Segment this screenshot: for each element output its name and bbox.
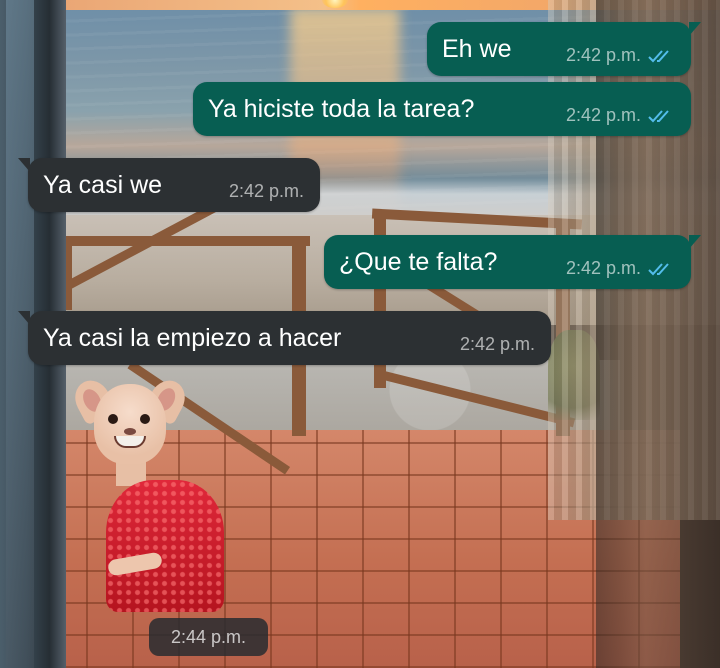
message-text: ¿Que te falta? [339,247,498,276]
dog-in-red-dress-sticker-icon[interactable] [66,374,224,616]
sticker-time: 2:44 p.m. [149,618,268,656]
message-bubble-incoming[interactable]: Ya casi la empiezo a hacer 2:42 p.m. [18,311,551,365]
message-meta: 2:42 p.m. [229,181,304,202]
message-meta: 2:42 p.m. [460,334,535,355]
message-time: 2:42 p.m. [565,258,641,278]
message-time: 2:42 p.m. [459,334,535,354]
message-bubble-outgoing[interactable]: Eh we 2:42 p.m. [427,22,701,76]
message-meta: 2:42 p.m. [566,45,675,66]
message-meta: 2:42 p.m. [566,258,675,279]
double-check-read-icon [647,109,675,123]
message-bubble-outgoing[interactable]: Ya hiciste toda la tarea? 2:42 p.m. [193,82,691,136]
message-time: 2:42 p.m. [228,181,304,201]
message-bubble-outgoing[interactable]: ¿Que te falta? 2:42 p.m. [324,235,701,289]
double-check-read-icon [647,49,675,63]
message-text: Ya casi la empiezo a hacer [43,323,342,352]
message-text: Eh we [442,34,512,63]
double-check-read-icon [647,262,675,276]
message-time: 2:42 p.m. [565,45,641,65]
message-meta: 2:42 p.m. [566,105,675,126]
message-text: Ya hiciste toda la tarea? [208,94,475,123]
message-text: Ya casi we [43,170,163,199]
message-time: 2:42 p.m. [565,105,641,125]
message-bubble-incoming[interactable]: Ya casi we 2:42 p.m. [18,158,320,212]
